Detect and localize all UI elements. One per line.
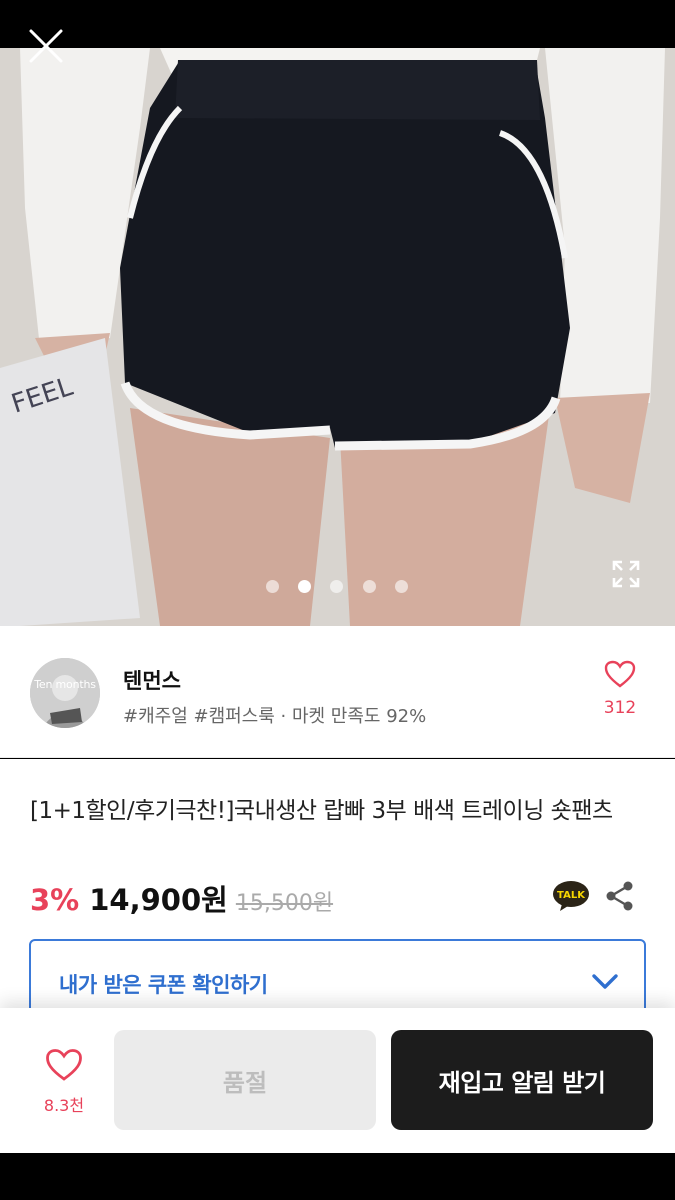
bottom-action-bar: 8.3천 품절 재입고 알림 받기 <box>0 1008 675 1153</box>
product-image-carousel[interactable]: FEEL <box>0 48 675 626</box>
seller-section: Ten months 텐먼스 #캐주얼 #캠퍼스룩 · 마켓 만족도 92% 3… <box>0 626 675 758</box>
wishlist-button[interactable]: 8.3천 <box>28 1048 100 1116</box>
restock-alert-button[interactable]: 재입고 알림 받기 <box>391 1030 653 1130</box>
kakao-talk-button[interactable]: TALK <box>552 880 590 912</box>
coupon-label: 내가 받은 쿠폰 확인하기 <box>59 973 268 997</box>
carousel-dot-2-active[interactable] <box>298 580 311 593</box>
carousel-dot-3[interactable] <box>330 580 343 593</box>
original-price: 15,500원 <box>235 891 334 916</box>
bottom-safe-area <box>0 1153 675 1200</box>
fullscreen-button[interactable] <box>611 559 641 589</box>
close-icon <box>29 29 63 63</box>
heart-icon <box>46 1049 82 1081</box>
product-title: [1+1할인/후기극찬!]국내생산 랍빠 3부 배색 트레이닝 숏팬츠 <box>30 798 613 824</box>
avatar-logo-text: Ten months <box>34 678 96 691</box>
seller-like-count: 312 <box>603 698 637 718</box>
share-button[interactable] <box>605 880 635 912</box>
heart-icon <box>604 660 636 688</box>
chevron-down-icon <box>592 974 618 989</box>
discount-rate: 3% <box>30 883 80 917</box>
top-bar <box>0 0 675 48</box>
close-button[interactable] <box>28 28 64 64</box>
seller-avatar[interactable]: Ten months <box>30 658 100 728</box>
soldout-button[interactable]: 품절 <box>114 1030 376 1130</box>
carousel-dot-5[interactable] <box>395 580 408 593</box>
wishlist-count: 8.3천 <box>43 1096 85 1115</box>
kakao-talk-icon: TALK <box>553 881 589 911</box>
avatar-image <box>30 658 100 728</box>
talk-label: TALK <box>557 890 586 901</box>
seller-name[interactable]: 텐먼스 <box>123 665 181 695</box>
price-row: 3% 14,900원 15,500원 <box>30 877 333 917</box>
product-photo: FEEL <box>0 48 675 626</box>
sale-price: 14,900원 <box>89 883 228 917</box>
carousel-dot-1[interactable] <box>266 580 279 593</box>
fullscreen-expand-icon <box>612 560 640 588</box>
carousel-dot-4[interactable] <box>363 580 376 593</box>
share-icon <box>606 881 633 911</box>
seller-like-button[interactable]: 312 <box>598 660 642 718</box>
product-info: [1+1할인/후기극찬!]국내생산 랍빠 3부 배색 트레이닝 숏팬츠 3% 14… <box>0 759 675 1029</box>
seller-tags: #캐주얼 #캠퍼스룩 · 마켓 만족도 92% <box>123 706 427 727</box>
